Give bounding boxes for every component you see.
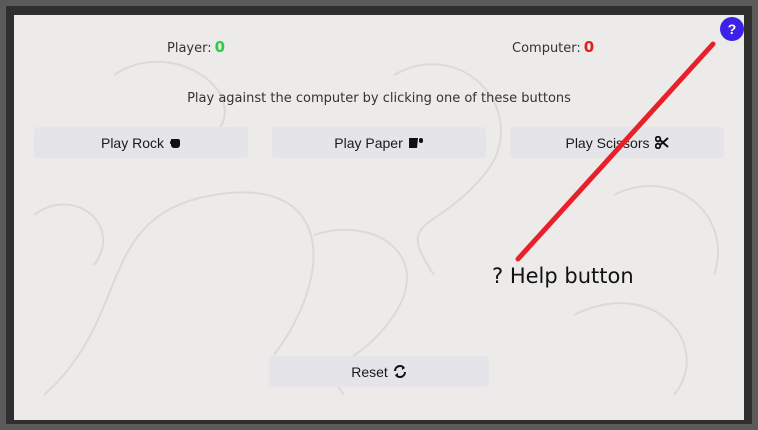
help-button[interactable]: ?: [720, 17, 744, 41]
instructions-text: Play against the computer by clicking on…: [187, 91, 571, 106]
annotation-label: ? Help button: [492, 264, 634, 288]
hand-paper-icon: [408, 136, 424, 149]
play-rock-label: Play Rock: [100, 134, 165, 151]
play-paper-button[interactable]: Play Paper: [272, 127, 486, 158]
scissors-icon: [654, 136, 669, 149]
player-score-label: Player:: [167, 41, 212, 56]
fist-icon: [169, 136, 181, 149]
play-rock-button[interactable]: Play Rock: [34, 127, 248, 158]
game-container: Player: 0 Computer: 0 Play against the com…: [14, 15, 744, 420]
computer-score-label: Computer:: [512, 41, 581, 56]
player-score-value: 0: [214, 38, 226, 56]
computer-score: Computer: 0: [512, 38, 594, 56]
refresh-icon: [393, 365, 407, 378]
reset-label: Reset: [351, 363, 388, 380]
player-score: Player: 0: [167, 38, 225, 56]
play-paper-label: Play Paper: [334, 134, 403, 151]
play-scissors-button[interactable]: Play Scissors: [510, 127, 724, 158]
reset-button[interactable]: Reset: [269, 356, 489, 387]
play-scissors-label: Play Scissors: [565, 134, 650, 151]
computer-score-value: 0: [583, 38, 595, 56]
